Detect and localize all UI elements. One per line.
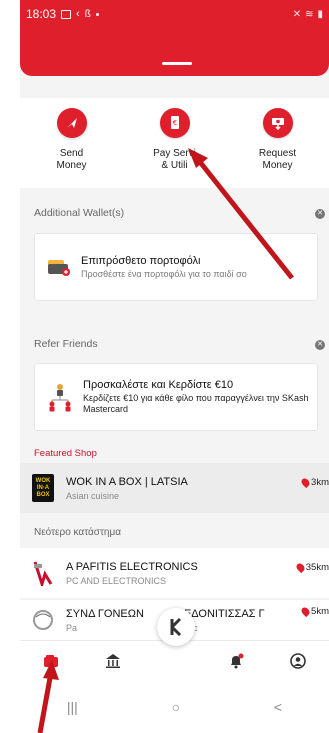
distance-value: 35km — [305, 562, 329, 573]
status-time: 18:03 — [26, 7, 57, 21]
shop-name: A PAFITIS ELECTRONICS — [66, 560, 198, 573]
close-icon[interactable]: ✕ — [315, 340, 325, 350]
send-money-button[interactable]: Send Money — [20, 98, 123, 188]
signal-icon: ▮ — [317, 8, 323, 20]
wifi-icon: ≋ — [305, 8, 314, 20]
distance-value: 3km — [311, 477, 329, 488]
bottom-nav — [20, 640, 329, 680]
refer-friends-title: Refer Friends — [34, 338, 98, 350]
shop-name: WOK IN A BOX | LATSIA — [66, 475, 188, 488]
request-money-button[interactable]: Request Money — [226, 98, 329, 188]
bell-icon[interactable] — [224, 649, 248, 673]
people-network-icon — [49, 384, 71, 412]
app-header: 18:03 ‹ ß ✕ ≋ ▮ — [20, 0, 329, 76]
additional-wallet-card[interactable]: Επιπρόσθετο πορτοφόλι Προσθέστε ένα πορτ… — [34, 233, 318, 301]
gallery-icon — [61, 9, 72, 19]
additional-wallet-card-title: Επιπρόσθετο πορτοφόλι — [81, 254, 201, 267]
location-pin-icon — [299, 476, 312, 489]
home-button[interactable]: ○ — [172, 699, 180, 715]
refer-card-subtitle: Κερδίζετε €10 για κάθε φίλο που παραγγέλ… — [83, 393, 309, 414]
pay-services-button[interactable]: € Pay Servi & Utili — [123, 98, 226, 188]
refer-card-title: Προσκαλέστε και Κερδίστε €10 — [83, 379, 234, 391]
dot-icon — [95, 12, 99, 16]
refer-friends-card[interactable]: Προσκαλέστε και Κερδίστε €10 Κερδίζετε €… — [34, 363, 318, 431]
quick-actions: Send Money € Pay Servi & Utili Request M… — [20, 98, 329, 188]
shop-category-tail: ssc — [184, 623, 265, 633]
wok-in-a-box-logo: WOK IN·A BOX — [32, 474, 54, 502]
system-nav-bar: ||| ○ < — [20, 680, 329, 733]
signal-notif-icon: ‹ — [76, 8, 80, 20]
request-money-label: Request Money — [258, 148, 297, 171]
location-pin-icon — [294, 561, 306, 574]
pafitis-logo — [32, 559, 54, 587]
notification-icon: ß — [84, 8, 91, 20]
phone-screen: 18:03 ‹ ß ✕ ≋ ▮ Send Money € Pay Servi &… — [20, 0, 329, 733]
close-icon[interactable]: ✕ — [315, 209, 325, 219]
profile-icon[interactable] — [286, 649, 310, 673]
recents-button[interactable]: ||| — [67, 699, 78, 715]
featured-shop-label: Featured Shop — [34, 448, 97, 459]
request-money-icon — [262, 108, 293, 138]
bill-icon: € — [159, 108, 190, 138]
wallet-icon — [48, 260, 70, 276]
scan-icon[interactable] — [157, 608, 195, 646]
shop-category: Asian cuisine — [66, 490, 120, 501]
additional-wallet-title: Additional Wallet(s) — [34, 207, 125, 219]
drag-handle[interactable] — [162, 62, 192, 65]
send-icon — [56, 108, 87, 138]
back-button[interactable]: < — [274, 699, 282, 715]
mute-icon: ✕ — [292, 8, 302, 20]
shop-distance: 3km — [299, 476, 329, 489]
shop-category: PC AND ELECTRONICS — [66, 575, 167, 586]
wallet-icon[interactable] — [39, 649, 63, 673]
location-pin-icon — [299, 605, 312, 618]
shop-category: Pa — [66, 622, 78, 633]
newest-shop-label: Νεότερο κατάστημα — [34, 527, 122, 538]
parents-association-logo — [32, 606, 54, 634]
pay-services-label: Pay Servi & Utili — [153, 148, 196, 171]
shop-name: ΣΥΝΔ ΓΟΝΕΩΝ — [66, 607, 144, 620]
shop-row[interactable]: A PAFITIS ELECTRONICS PC AND ELECTRONICS… — [20, 548, 329, 598]
svg-text:€: € — [172, 119, 176, 127]
send-money-label: Send Money — [56, 148, 87, 171]
status-bar: 18:03 ‹ ß ✕ ≋ ▮ — [20, 0, 329, 28]
distance-value: 5km — [311, 606, 329, 617]
bank-icon[interactable] — [101, 649, 125, 673]
featured-shop-row[interactable]: WOK IN·A BOX WOK IN A BOX | LATSIA Asian c… — [20, 463, 329, 513]
shop-distance: 5km — [299, 605, 329, 618]
shop-name-tail: ΕΔΟΝΙΤΙΣΣΑΣ Γ — [183, 607, 265, 620]
shop-distance: 35km — [294, 561, 329, 574]
additional-wallet-card-subtitle: Προσθέστε ένα πορτοφόλι για το παιδί σο — [81, 268, 247, 279]
